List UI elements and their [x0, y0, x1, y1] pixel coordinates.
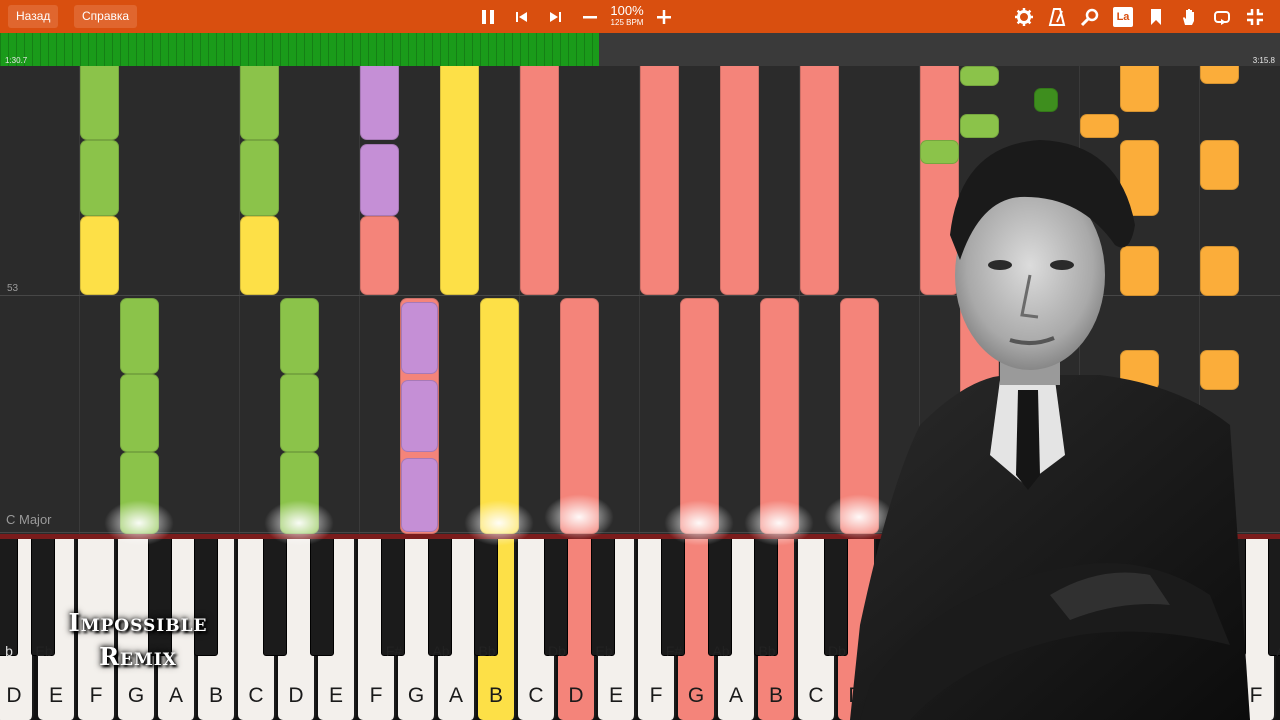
- note: [800, 66, 839, 295]
- note-hit-glow: [104, 500, 174, 546]
- black-key[interactable]: A: [1268, 538, 1280, 659]
- note: [401, 458, 438, 532]
- tempo-decrease-icon[interactable]: [578, 5, 602, 29]
- toolbar: Назад Справка 100% 125 BPM La: [0, 0, 1280, 33]
- note: [120, 374, 159, 452]
- note: [401, 380, 438, 452]
- black-key[interactable]: [263, 538, 287, 656]
- measure-number: 53: [7, 283, 19, 294]
- help-button-label: Справка: [82, 9, 130, 23]
- video-title-overlay: Impossible Remix: [40, 606, 236, 674]
- note: [1200, 66, 1239, 84]
- note: [1034, 88, 1058, 112]
- pause-icon[interactable]: [476, 5, 500, 29]
- collapse-icon[interactable]: [1243, 5, 1267, 29]
- black-key[interactable]: b: [0, 538, 18, 659]
- metronome-icon[interactable]: [1045, 5, 1069, 29]
- black-key[interactable]: Bb: [754, 538, 778, 659]
- black-key[interactable]: Ab: [708, 538, 732, 659]
- note: [80, 140, 119, 216]
- song-progress-bar[interactable]: 1:30.7 3:15.8: [0, 33, 1280, 66]
- black-key[interactable]: Db: [544, 538, 568, 659]
- black-key[interactable]: F#: [381, 538, 405, 659]
- key-signature: C Major: [6, 512, 52, 527]
- note: [80, 216, 119, 295]
- skip-back-icon[interactable]: [510, 5, 534, 29]
- elapsed-time: 1:30.7: [5, 56, 28, 65]
- black-key[interactable]: F#: [661, 538, 685, 659]
- loop-icon[interactable]: [1210, 5, 1234, 29]
- progress-fill: [0, 33, 600, 66]
- tempo-display: 100% 125 BPM: [604, 3, 650, 28]
- total-time: 3:15.8: [1252, 56, 1275, 65]
- note-hit-glow: [544, 494, 614, 540]
- hand-icon[interactable]: [1177, 5, 1201, 29]
- black-key[interactable]: Ab: [428, 538, 452, 659]
- back-button-label: Назад: [16, 9, 51, 23]
- black-key[interactable]: [310, 538, 334, 656]
- black-key[interactable]: Db: [824, 538, 848, 659]
- search-icon[interactable]: [1078, 5, 1102, 29]
- note: [520, 66, 559, 295]
- note: [440, 66, 479, 295]
- note: [640, 66, 679, 295]
- tempo-percent: 100%: [610, 3, 644, 18]
- bookmark-icon[interactable]: [1144, 5, 1168, 29]
- note: [401, 302, 438, 374]
- la-label-icon[interactable]: La: [1111, 5, 1135, 29]
- note: [280, 374, 319, 452]
- note: [280, 298, 319, 374]
- title-line-2: Remix: [99, 642, 177, 671]
- note: [80, 66, 119, 140]
- note: [240, 216, 279, 295]
- tempo-bpm: 125 BPM: [610, 18, 644, 27]
- note: [240, 66, 279, 140]
- note-hit-glow: [744, 500, 814, 546]
- note: [1120, 66, 1159, 112]
- black-key[interactable]: Eb: [591, 538, 615, 659]
- note: [480, 298, 519, 534]
- note: [680, 298, 719, 534]
- note-hit-glow: [264, 500, 334, 546]
- synthesia-window: { "toolbar": { "back_label": "Назад", "h…: [0, 0, 1280, 720]
- note-hit-glow: [664, 500, 734, 546]
- help-button[interactable]: Справка: [74, 5, 138, 28]
- note: [760, 298, 799, 534]
- settings-icon[interactable]: [1012, 5, 1036, 29]
- note: [960, 66, 999, 86]
- note: [360, 216, 399, 295]
- title-line-1: Impossible: [68, 608, 208, 637]
- note: [240, 140, 279, 216]
- note: [360, 66, 399, 140]
- black-key[interactable]: Bb: [474, 538, 498, 659]
- note: [120, 298, 159, 374]
- la-label-text: La: [1113, 7, 1133, 27]
- note: [360, 144, 399, 216]
- back-button[interactable]: Назад: [8, 5, 59, 28]
- note: [720, 66, 759, 295]
- note-hit-glow: [464, 500, 534, 546]
- performer-photo: [850, 140, 1250, 720]
- skip-forward-icon[interactable]: [543, 5, 567, 29]
- tempo-increase-icon[interactable]: [652, 5, 676, 29]
